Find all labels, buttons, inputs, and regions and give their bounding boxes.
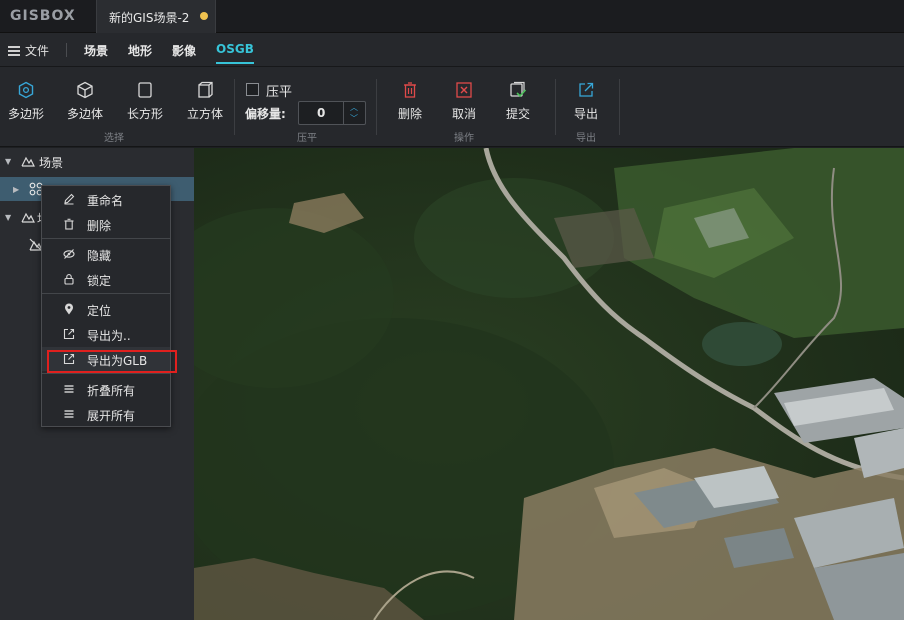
trash-icon xyxy=(64,218,74,230)
caret-down-icon[interactable]: ▼ xyxy=(5,157,11,166)
list-icon xyxy=(64,410,74,418)
submit-icon xyxy=(510,81,527,98)
list-icon xyxy=(64,385,74,393)
tab-label: 新的GIS场景-2 xyxy=(109,11,190,25)
delete-button[interactable]: 删除 xyxy=(396,81,424,122)
chevron-down-icon[interactable]: ﹀ xyxy=(350,115,358,123)
cancel-button-label: 取消 xyxy=(451,107,476,121)
ctx-lock[interactable]: 锁定 xyxy=(42,267,170,291)
ctx-locate[interactable]: 定位 xyxy=(42,297,170,321)
toolbar-divider xyxy=(619,79,620,135)
ctx-export-as-label: 导出为.. xyxy=(87,329,131,343)
lock-icon xyxy=(64,274,74,285)
tree-node-label: 场景 xyxy=(39,156,64,170)
box-icon xyxy=(198,81,213,98)
ctx-export-as[interactable]: 导出为.. xyxy=(42,322,170,346)
ctx-delete-label: 删除 xyxy=(87,219,112,233)
ctx-rename[interactable]: 重命名 xyxy=(42,187,170,211)
menu-bar: 文件 场景 地形 影像 OSGB xyxy=(0,33,904,67)
ctx-hide-label: 隐藏 xyxy=(87,249,112,263)
flatten-checkbox[interactable] xyxy=(246,83,259,96)
location-icon xyxy=(65,303,73,315)
context-menu: 重命名 删除 隐藏 锁定 定位 导出为.. 导出为GLB 折叠所有 展开所有 xyxy=(41,185,171,427)
menu-imagery[interactable]: 影像 xyxy=(172,42,196,59)
hamburger-icon xyxy=(8,45,20,56)
ctx-rename-label: 重命名 xyxy=(87,194,124,208)
group-label-export: 导出 xyxy=(576,133,596,144)
group-label-flatten: 压平 xyxy=(297,133,317,144)
menu-osgb[interactable]: OSGB xyxy=(216,42,254,64)
satellite-imagery xyxy=(194,148,904,620)
trash-icon xyxy=(404,82,416,98)
ctx-expand-all[interactable]: 展开所有 xyxy=(42,402,170,426)
menu-scene[interactable]: 场景 xyxy=(84,42,108,59)
tool-rectangle-label: 长方形 xyxy=(126,107,163,121)
tool-polygon[interactable]: 多边形 xyxy=(7,81,45,122)
tool-cuboid[interactable]: 立方体 xyxy=(186,81,224,122)
tree-node-scene[interactable]: ▼ 场景 xyxy=(0,149,194,173)
cancel-button[interactable]: 取消 xyxy=(450,81,478,122)
chevron-up-icon[interactable]: ︿ xyxy=(350,104,358,112)
unsaved-dot-icon xyxy=(200,12,208,20)
tool-polygon-label: 多边形 xyxy=(7,107,44,121)
delete-button-label: 删除 xyxy=(397,107,422,121)
edit-icon xyxy=(64,193,75,205)
cube-icon xyxy=(77,81,93,99)
toolbar-divider xyxy=(555,79,556,135)
menu-divider xyxy=(66,43,67,57)
map-viewport[interactable] xyxy=(194,148,904,620)
file-menu-label: 文件 xyxy=(25,44,50,58)
submit-button-label: 提交 xyxy=(505,107,530,121)
highlight-annotation-box xyxy=(47,350,177,373)
tool-cuboid-label: 立方体 xyxy=(186,107,223,121)
title-bar: GISBOX 新的GIS场景-2 xyxy=(0,0,904,33)
ctx-divider xyxy=(42,293,170,294)
tab-scene[interactable]: 新的GIS场景-2 xyxy=(96,0,216,33)
export-button[interactable]: 导出 xyxy=(572,81,600,122)
export-button-label: 导出 xyxy=(573,107,598,121)
toolbar-divider xyxy=(234,79,235,135)
ctx-expand-all-label: 展开所有 xyxy=(87,409,136,423)
ctx-hide[interactable]: 隐藏 xyxy=(42,242,170,266)
ctx-lock-label: 锁定 xyxy=(87,274,112,288)
export-icon xyxy=(63,328,75,340)
mountain-icon xyxy=(21,212,35,223)
offset-number-input[interactable]: 0 ︿ ﹀ xyxy=(298,101,366,125)
submit-button[interactable]: 提交 xyxy=(504,81,532,122)
app-logo: GISBOX xyxy=(10,8,76,24)
cancel-icon xyxy=(456,82,472,98)
caret-down-icon[interactable]: ▼ xyxy=(5,213,11,222)
toolbar: 多边形 多边体 长方形 立方体 选择 压平 偏移量: 0 ︿ ﹀ 压平 删除 取… xyxy=(0,67,904,147)
ctx-delete[interactable]: 删除 xyxy=(42,212,170,236)
export-icon xyxy=(579,82,594,97)
group-label-select: 选择 xyxy=(104,133,124,144)
tool-rectangle[interactable]: 长方形 xyxy=(126,81,164,122)
flatten-checkbox-label: 压平 xyxy=(266,85,293,100)
ctx-collapse-all-label: 折叠所有 xyxy=(87,384,136,398)
file-menu-button[interactable]: 文件 xyxy=(8,42,49,59)
tool-polyhedron[interactable]: 多边体 xyxy=(66,81,104,122)
ctx-divider xyxy=(42,238,170,239)
ctx-divider xyxy=(42,373,170,374)
offset-spinner: ︿ ﹀ xyxy=(343,102,365,124)
toolbar-divider xyxy=(376,79,377,135)
group-label-operation: 操作 xyxy=(454,133,474,144)
ctx-locate-label: 定位 xyxy=(87,304,112,318)
tool-polyhedron-label: 多边体 xyxy=(66,107,103,121)
rectangle-icon xyxy=(138,82,152,98)
hexagon-icon xyxy=(18,81,34,99)
menu-terrain[interactable]: 地形 xyxy=(128,42,152,59)
eye-off-icon xyxy=(63,249,75,259)
offset-label: 偏移量: xyxy=(245,107,286,121)
mountain-icon xyxy=(21,156,35,167)
caret-right-icon[interactable]: ▶ xyxy=(13,185,19,194)
offset-value: 0 xyxy=(317,106,326,120)
ctx-collapse-all[interactable]: 折叠所有 xyxy=(42,377,170,401)
